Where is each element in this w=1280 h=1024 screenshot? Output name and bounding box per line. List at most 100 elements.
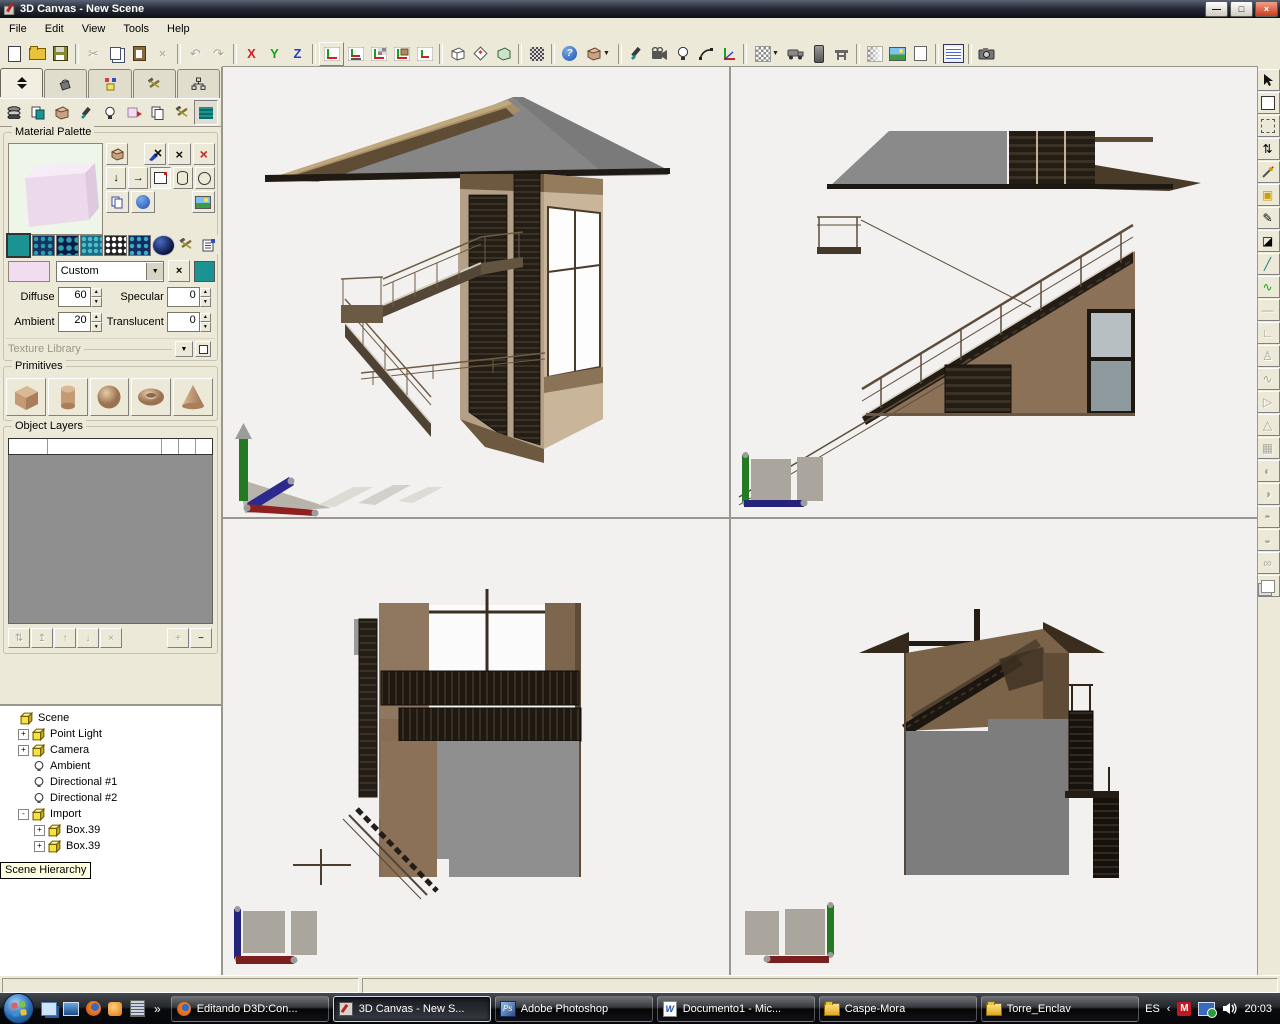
render-image-button[interactable] xyxy=(886,43,909,65)
undo-button[interactable]: ↶ xyxy=(184,43,207,65)
position-axes-button[interactable] xyxy=(319,42,344,66)
specular-value[interactable]: 0 xyxy=(167,287,200,307)
boolean-intersect-button[interactable]: ◐ xyxy=(1256,460,1280,482)
task-caspe-mora[interactable]: Caspe-Mora xyxy=(819,996,977,1022)
redo-button[interactable]: ↷ xyxy=(207,43,230,65)
tray-expand-chevron[interactable]: ‹ xyxy=(1167,1003,1171,1015)
tree-item-box39-2[interactable]: + Box.39 xyxy=(4,838,221,854)
cube-outline-button[interactable] xyxy=(492,43,515,65)
swatch-teal-selected[interactable] xyxy=(6,233,31,258)
task-3d-canvas[interactable]: 3D Canvas - New S... xyxy=(333,996,491,1022)
paint-bucket-button[interactable]: ◪ xyxy=(1256,230,1280,252)
texture-library-popout[interactable] xyxy=(195,341,211,357)
light-bulb-button[interactable] xyxy=(671,43,694,65)
swatch-properties-button[interactable] xyxy=(198,235,219,254)
maximize-button[interactable]: □ xyxy=(1230,1,1253,17)
texture-axes-button[interactable] xyxy=(367,43,390,65)
boolean-split-button[interactable]: ◒ xyxy=(1256,529,1280,551)
skeleton-tool-button[interactable]: ♙ xyxy=(1256,345,1280,367)
viewport-perspective[interactable] xyxy=(223,67,729,517)
line-list-button[interactable] xyxy=(194,100,218,125)
close-button[interactable]: × xyxy=(1255,1,1278,17)
diffuse-up[interactable]: ▲ xyxy=(91,288,102,298)
new-file-button[interactable] xyxy=(3,43,26,65)
save-button[interactable] xyxy=(49,43,72,65)
tree-item-scene[interactable]: Scene xyxy=(4,710,221,726)
scheduler-launch-button[interactable] xyxy=(106,1000,124,1018)
layer-refresh-button[interactable]: ⇅ xyxy=(8,628,30,648)
pattern-cube-button[interactable] xyxy=(469,43,492,65)
tab-animate[interactable] xyxy=(88,69,131,98)
calculator-launch-button[interactable] xyxy=(128,1000,146,1018)
delete-material-button[interactable]: × xyxy=(193,143,215,165)
map-sphere-button[interactable] xyxy=(195,167,215,189)
layer-remove-button[interactable]: − xyxy=(190,628,212,648)
tree-expander[interactable]: + xyxy=(34,841,45,852)
language-indicator[interactable]: ES xyxy=(1145,1003,1160,1015)
layer-table-header[interactable] xyxy=(8,438,213,455)
layer-up-button[interactable]: ↑ xyxy=(54,628,76,648)
quick-launch-more-button[interactable]: » xyxy=(154,1002,161,1016)
tree-item-import[interactable]: - Import xyxy=(4,806,221,822)
menu-edit[interactable]: Edit xyxy=(36,20,73,38)
map-cylinder-button[interactable] xyxy=(173,167,193,189)
primitive-cube-button[interactable] xyxy=(6,378,46,416)
start-button[interactable] xyxy=(3,993,34,1024)
diffuse-stepper[interactable]: ▲▼ xyxy=(91,288,102,307)
swatch-tools-button[interactable] xyxy=(176,235,197,254)
axis-y-button[interactable]: Y xyxy=(263,43,286,65)
material-face-button[interactable] xyxy=(122,100,146,125)
primitive-torus-button[interactable] xyxy=(131,378,171,416)
tree-expander[interactable]: + xyxy=(34,825,45,836)
tree-expander[interactable]: + xyxy=(18,729,29,740)
stacked-copy-button[interactable] xyxy=(1256,575,1280,597)
blank-page-button[interactable] xyxy=(909,43,932,65)
camera-button[interactable] xyxy=(648,43,671,65)
firefox-launch-button[interactable] xyxy=(84,1000,102,1018)
task-torre-enclav[interactable]: Torre_Enclav xyxy=(981,996,1139,1022)
column-button[interactable] xyxy=(807,43,830,65)
tree-item-ambient[interactable]: Ambient xyxy=(4,758,221,774)
curve-button[interactable] xyxy=(694,43,717,65)
palette-dropdown-arrow[interactable]: ▼ xyxy=(146,263,163,280)
window-switcher-button[interactable] xyxy=(40,1000,58,1018)
paintbrush-button[interactable]: ✎ xyxy=(1256,207,1280,229)
wireframe-cube-button[interactable] xyxy=(446,43,469,65)
translucent-up[interactable]: ▲ xyxy=(200,313,211,323)
tree-item-directional-2[interactable]: Directional #2 xyxy=(4,790,221,806)
tab-paint[interactable] xyxy=(44,69,87,98)
map-rect-button[interactable] xyxy=(150,167,170,189)
swatch-pattern-4[interactable] xyxy=(104,235,127,256)
clock[interactable]: 20:03 xyxy=(1244,1003,1272,1015)
fill-frame-button[interactable]: ▣ xyxy=(1256,184,1280,206)
tab-navigate[interactable] xyxy=(0,68,43,97)
texture-fade-button[interactable] xyxy=(863,43,886,65)
remove-material-button[interactable]: × xyxy=(168,143,190,165)
render-pattern-dropdown[interactable]: ▼ xyxy=(772,50,779,57)
layer-stack-button[interactable] xyxy=(2,100,26,125)
render-pattern-button[interactable]: ▼ xyxy=(750,43,784,65)
menu-tools[interactable]: Tools xyxy=(114,20,158,38)
copy-material-button[interactable] xyxy=(106,191,129,213)
network-tray-icon[interactable] xyxy=(1198,1002,1215,1016)
tree-item-box39-1[interactable]: + Box.39 xyxy=(4,822,221,838)
magic-wand-button[interactable] xyxy=(1256,161,1280,183)
layer-delete-button[interactable]: × xyxy=(100,628,122,648)
boolean-merge-button[interactable]: ∞ xyxy=(1256,552,1280,574)
arrow-tool-button[interactable]: ▷ xyxy=(1256,391,1280,413)
current-color-swatch[interactable] xyxy=(8,261,50,282)
open-folder-button[interactable] xyxy=(26,43,49,65)
menu-help[interactable]: Help xyxy=(158,20,199,38)
ambient-stepper[interactable]: ▲▼ xyxy=(91,313,102,332)
tab-build[interactable] xyxy=(133,69,176,98)
minimize-button[interactable]: — xyxy=(1205,1,1228,17)
bend-pen-button[interactable]: ∿ xyxy=(1256,368,1280,390)
glue-pen-button[interactable] xyxy=(74,100,98,125)
menu-file[interactable]: File xyxy=(0,20,36,38)
clear-palette-button[interactable]: × xyxy=(168,260,190,282)
palette-dropdown[interactable]: Custom ▼ xyxy=(56,261,164,282)
primitive-cylinder-button[interactable] xyxy=(48,378,88,416)
viewport-front[interactable] xyxy=(223,519,729,975)
texture-image-button[interactable] xyxy=(192,191,215,213)
object-axes-button[interactable] xyxy=(390,43,413,65)
